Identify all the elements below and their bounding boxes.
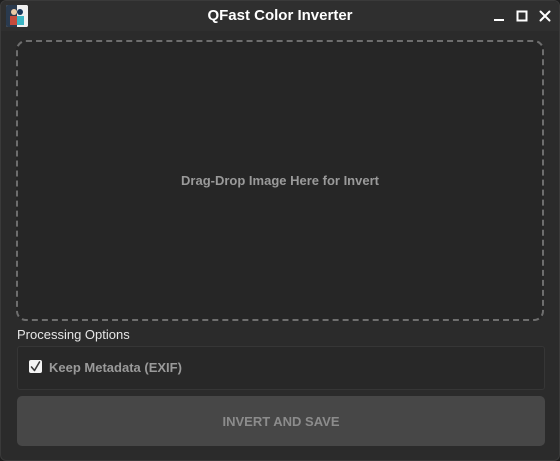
maximize-button[interactable] bbox=[512, 6, 532, 26]
drop-zone-label: Drag-Drop Image Here for Invert bbox=[181, 173, 379, 188]
checkmark-icon bbox=[30, 361, 41, 372]
close-icon bbox=[539, 10, 551, 22]
close-button[interactable] bbox=[535, 6, 555, 26]
minimize-button[interactable] bbox=[489, 6, 509, 26]
keep-metadata-label[interactable]: Keep Metadata (EXIF) bbox=[49, 360, 182, 375]
main-window: QFast Color Inverter Drag-Drop Image Her… bbox=[0, 0, 560, 461]
image-drop-zone[interactable]: Drag-Drop Image Here for Invert bbox=[16, 40, 544, 321]
processing-options-group: Keep Metadata (EXIF) bbox=[17, 346, 545, 390]
maximize-icon bbox=[516, 10, 528, 22]
processing-options-heading: Processing Options bbox=[17, 327, 130, 342]
keep-metadata-checkbox[interactable] bbox=[29, 360, 42, 373]
window-title: QFast Color Inverter bbox=[207, 7, 353, 24]
title-bar[interactable]: QFast Color Inverter bbox=[1, 1, 559, 31]
invert-and-save-button[interactable]: INVERT AND SAVE bbox=[17, 396, 545, 446]
app-icon bbox=[6, 5, 28, 27]
minimize-icon bbox=[494, 19, 504, 21]
